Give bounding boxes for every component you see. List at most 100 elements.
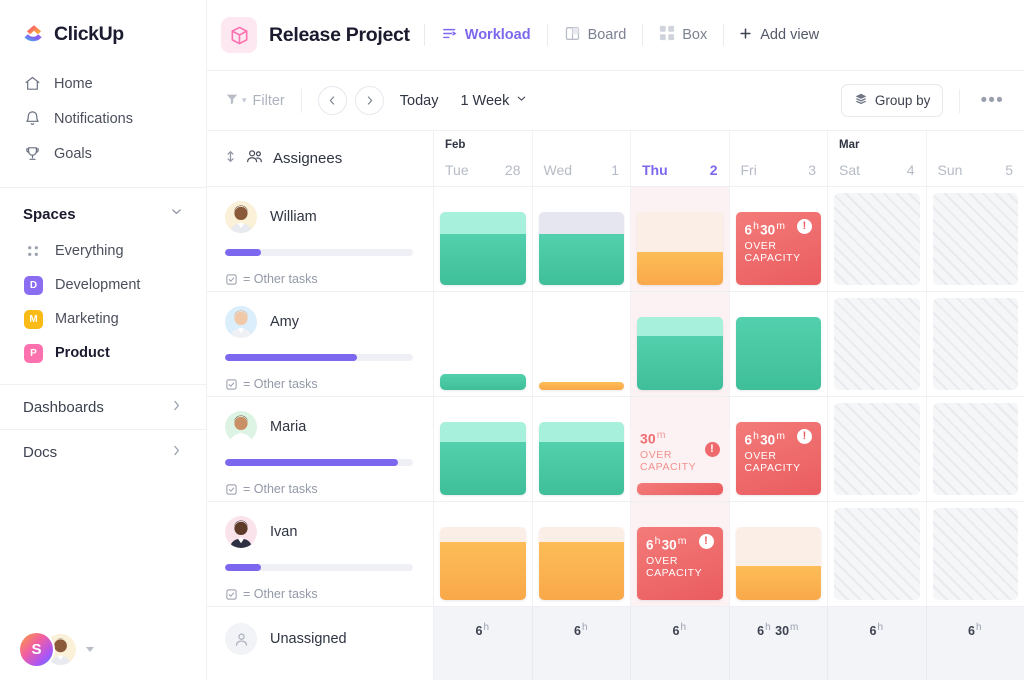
workload-cell-sun[interactable] <box>926 502 1024 606</box>
unassigned-cell[interactable]: Unassigned <box>207 607 434 680</box>
workload-bar[interactable] <box>637 212 723 285</box>
workload-segment <box>736 566 822 600</box>
workload-cell-fri[interactable] <box>729 502 828 606</box>
workload-cell-tue[interactable] <box>434 292 532 396</box>
range-selector[interactable]: 1 Week <box>460 92 528 109</box>
workload-cell-thu[interactable]: 6h30m OVER CAPACITY ! <box>630 502 729 606</box>
workload-cell-wed[interactable] <box>532 292 631 396</box>
workload-cell-thu[interactable] <box>630 187 729 291</box>
today-button[interactable]: Today <box>400 93 439 109</box>
workload-cell-sun[interactable] <box>926 397 1024 501</box>
sidebar-item-everything[interactable]: Everything <box>0 234 206 268</box>
unassigned[interactable]: Unassigned <box>225 623 347 655</box>
spaces-header[interactable]: Spaces <box>0 188 206 234</box>
assignee[interactable]: Amy <box>225 306 413 338</box>
avatar[interactable] <box>225 411 257 443</box>
workload-bar[interactable] <box>440 374 526 390</box>
prev-period-button[interactable] <box>318 86 347 115</box>
workload-bar[interactable] <box>539 422 625 495</box>
sidebar-footer: S <box>0 618 207 680</box>
workload-cell-wed[interactable] <box>532 397 631 501</box>
workload-cell-sat[interactable] <box>827 397 926 501</box>
workload-cell-tue[interactable] <box>434 187 532 291</box>
non-working-day-pattern <box>933 403 1019 495</box>
add-view-button[interactable]: Add view <box>738 26 819 45</box>
spaces-list: Everything D Development M Marketing P P… <box>0 234 206 370</box>
workload-bar[interactable] <box>539 527 625 600</box>
avatar[interactable] <box>225 201 257 233</box>
date-header: Feb Tue 28 Wed 1 Thu 2 <box>434 131 1024 187</box>
workload-bar[interactable] <box>736 317 822 390</box>
workload-bar[interactable] <box>440 422 526 495</box>
chevron-down-icon[interactable] <box>169 204 184 224</box>
date-column-sun[interactable]: Sun 5 <box>926 131 1024 186</box>
sidebar-item-development[interactable]: D Development <box>0 268 206 302</box>
sidebar-item-marketing[interactable]: M Marketing <box>0 302 206 336</box>
workload-cell-fri[interactable]: 6h30m OVER CAPACITY ! <box>729 397 828 501</box>
day-number: 4 <box>907 162 915 178</box>
workspace-avatar[interactable]: S <box>20 633 53 666</box>
sidebar-item-product[interactable]: P Product <box>0 336 206 370</box>
tab-workload[interactable]: Workload <box>439 21 533 50</box>
assignees-column-header[interactable]: Assignees <box>207 131 434 187</box>
workload-cell-tue[interactable] <box>434 397 532 501</box>
next-period-button[interactable] <box>355 86 384 115</box>
workload-bar[interactable] <box>539 382 625 390</box>
workload-cell-thu[interactable]: 30m OVER CAPACITY ! <box>630 397 729 501</box>
sidebar-item-home[interactable]: Home <box>0 66 206 101</box>
capacity-progress-fill <box>225 459 398 466</box>
sidebar-item-docs[interactable]: Docs <box>0 430 206 474</box>
date-column-thu[interactable]: Thu 2 <box>630 131 729 186</box>
workload-cell-wed[interactable] <box>532 502 631 606</box>
date-column-wed[interactable]: Wed 1 <box>532 131 631 186</box>
unassigned-label: Unassigned <box>270 631 347 647</box>
sidebar-item-goals[interactable]: Goals <box>0 136 206 171</box>
total-cell-fri: 6h 30m <box>729 607 828 680</box>
filter-button[interactable]: ▾ Filter <box>225 92 285 110</box>
workload-cell-fri[interactable] <box>729 292 828 396</box>
caret-icon: ▾ <box>242 95 247 106</box>
date-column-tue[interactable]: Feb Tue 28 <box>434 131 532 186</box>
over-capacity-bar[interactable] <box>637 483 723 495</box>
assignee[interactable]: Ivan <box>225 516 413 548</box>
date-column-fri[interactable]: Fri 3 <box>729 131 828 186</box>
workload-cell-sun[interactable] <box>926 292 1024 396</box>
more-options-button[interactable]: ••• <box>976 90 1008 112</box>
workload-bar[interactable] <box>637 317 723 390</box>
assignee[interactable]: Maria <box>225 411 413 443</box>
workload-bar[interactable] <box>539 212 625 285</box>
over-capacity-bar[interactable]: 6h30m OVER CAPACITY ! <box>736 212 822 285</box>
workload-bar[interactable] <box>440 527 526 600</box>
chevron-down-icon[interactable] <box>86 647 94 652</box>
grid-header-row: Assignees Feb Tue 28 Wed 1 <box>207 131 1024 187</box>
non-working-day-pattern <box>933 298 1019 390</box>
workload-bar[interactable] <box>736 527 822 600</box>
workload-cell-sat[interactable] <box>827 502 926 606</box>
workload-cell-tue[interactable] <box>434 502 532 606</box>
header-divider <box>547 24 548 46</box>
workload-cell-wed[interactable] <box>532 187 631 291</box>
workload-segment <box>539 382 625 390</box>
total-cell-thu: 6h <box>630 607 729 680</box>
sidebar-item-dashboards[interactable]: Dashboards <box>0 385 206 429</box>
over-capacity-bar[interactable]: 6h30m OVER CAPACITY ! <box>637 527 723 600</box>
total-time: 6h <box>968 622 983 638</box>
workload-cell-fri[interactable]: 6h30m OVER CAPACITY ! <box>729 187 828 291</box>
tab-box[interactable]: Box <box>657 21 709 49</box>
workload-cell-thu[interactable] <box>630 292 729 396</box>
group-by-button[interactable]: Group by <box>841 84 944 117</box>
assignee-name: Maria <box>270 419 306 435</box>
workload-cell-sat[interactable] <box>827 187 926 291</box>
workload-cell-sun[interactable] <box>926 187 1024 291</box>
over-capacity-bar[interactable]: 6h30m OVER CAPACITY ! <box>736 422 822 495</box>
sidebar-item-notifications[interactable]: Notifications <box>0 101 206 136</box>
workload-cell-sat[interactable] <box>827 292 926 396</box>
workload-segment <box>440 374 526 390</box>
tab-board[interactable]: Board <box>562 21 629 50</box>
avatar[interactable] <box>225 306 257 338</box>
date-column-sat[interactable]: Mar Sat 4 <box>827 131 926 186</box>
avatar[interactable] <box>225 516 257 548</box>
assignee[interactable]: William <box>225 201 413 233</box>
brand-logo[interactable]: ClickUp <box>0 0 206 46</box>
workload-bar[interactable] <box>440 212 526 285</box>
